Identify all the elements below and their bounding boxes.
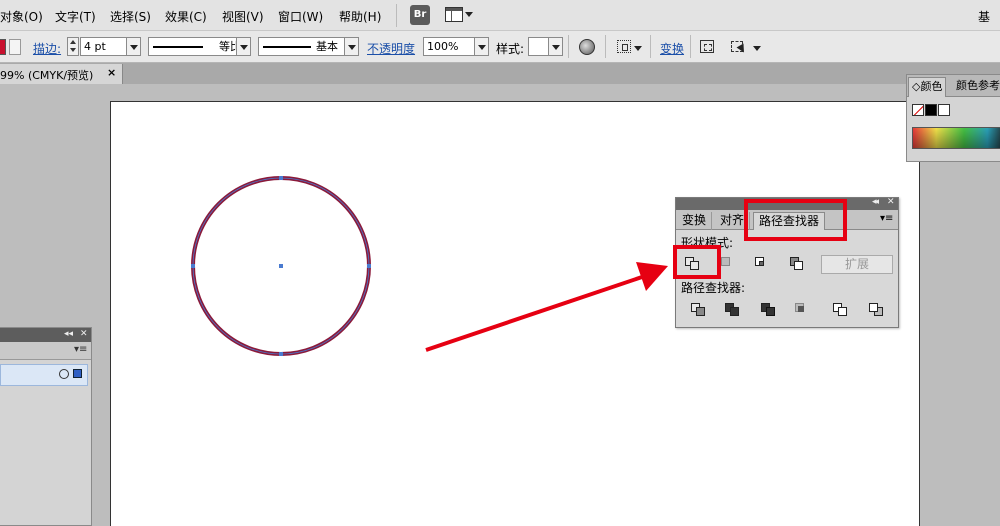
panel-menu-icon[interactable]: ▾≡ [880,213,893,224]
crop-icon-part [798,306,804,312]
outline-icon-part [838,307,847,316]
minus-front-icon [721,257,730,266]
annotation-arrow-line [425,273,649,352]
minus-back-icon-part [869,303,878,312]
minus-back-button[interactable] [868,302,886,318]
outline-button[interactable] [832,302,850,318]
exclude-button[interactable] [789,256,807,272]
center-point [279,264,283,268]
expand-button[interactable]: 扩展 [821,255,893,274]
anchor-point-bottom [279,352,283,356]
trim-icon-part [730,307,739,316]
highlight-unite-button [673,245,721,279]
pathfinders-label: 路径查找器: [681,281,746,295]
anchor-point-top [279,176,283,180]
highlight-pathfinder-tab [744,199,847,241]
anchor-point-right [367,264,371,268]
merge-icon-part [766,307,775,316]
divide-icon-part [696,307,705,316]
divide-button[interactable] [690,302,708,318]
trim-button[interactable] [724,302,742,318]
anchor-point-left [191,264,195,268]
collapse-icon[interactable]: ◂◂ [872,197,879,207]
crop-button[interactable] [794,302,812,318]
exclude-icon-part [794,261,803,270]
intersect-icon-part [759,261,764,266]
minus-front-button[interactable] [720,256,738,272]
close-icon[interactable]: ✕ [887,197,895,207]
tab-transform[interactable]: 变换 [677,212,713,230]
intersect-button[interactable] [754,256,772,272]
merge-button[interactable] [760,302,778,318]
